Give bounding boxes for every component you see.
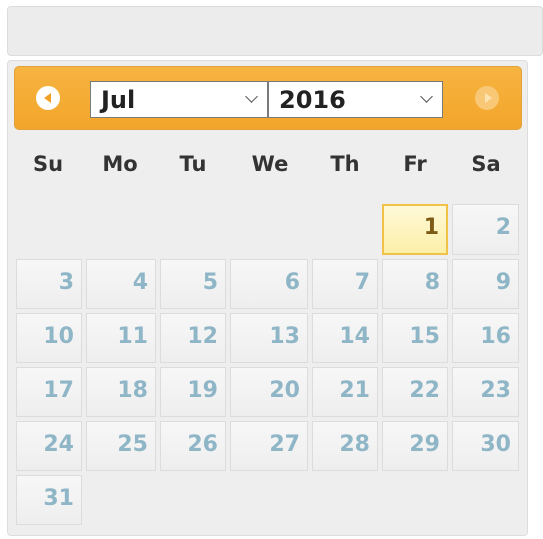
next-arrow-icon (484, 93, 492, 103)
day-cell[interactable]: 23 (452, 367, 519, 417)
day-cell[interactable]: 28 (312, 421, 378, 471)
day-cell[interactable]: 25 (86, 421, 156, 471)
day-cell[interactable]: 5 (160, 259, 226, 309)
weekday-header-th: Th (330, 152, 360, 176)
day-cell-today[interactable]: 1 (382, 204, 448, 255)
prev-month-button[interactable] (36, 86, 60, 110)
day-cell[interactable]: 7 (312, 259, 378, 309)
day-cell[interactable]: 20 (230, 367, 308, 417)
day-cell[interactable]: 6 (230, 259, 308, 309)
day-cell[interactable]: 12 (160, 313, 226, 363)
day-cell[interactable]: 27 (230, 421, 308, 471)
weekday-header-fr: Fr (403, 152, 427, 176)
day-cell[interactable]: 24 (16, 421, 82, 471)
day-cell[interactable]: 2 (452, 204, 519, 255)
day-cell[interactable]: 4 (86, 259, 156, 309)
day-cell[interactable]: 18 (86, 367, 156, 417)
year-select[interactable]: 2016 (268, 81, 443, 118)
day-cell[interactable]: 9 (452, 259, 519, 309)
day-cell[interactable]: 15 (382, 313, 448, 363)
day-cell[interactable]: 3 (16, 259, 82, 309)
day-cell[interactable]: 19 (160, 367, 226, 417)
year-select-value: 2016 (279, 85, 346, 114)
date-input[interactable] (7, 6, 543, 56)
day-cell[interactable]: 10 (16, 313, 82, 363)
chevron-down-icon (245, 90, 258, 103)
day-cell[interactable]: 21 (312, 367, 378, 417)
chevron-down-icon (420, 90, 433, 103)
weekday-header-we: We (251, 152, 289, 176)
prev-arrow-icon (43, 93, 51, 103)
day-cell[interactable]: 30 (452, 421, 519, 471)
day-cell[interactable]: 17 (16, 367, 82, 417)
day-cell[interactable]: 29 (382, 421, 448, 471)
day-cell[interactable]: 11 (86, 313, 156, 363)
day-cell[interactable]: 13 (230, 313, 308, 363)
next-month-button[interactable] (475, 86, 499, 110)
day-cell[interactable]: 31 (16, 475, 82, 525)
weekday-header-mo: Mo (102, 152, 138, 176)
day-cell[interactable]: 16 (452, 313, 519, 363)
day-cell[interactable]: 22 (382, 367, 448, 417)
month-select-value: Jul (101, 85, 136, 114)
day-cell[interactable]: 26 (160, 421, 226, 471)
day-cell[interactable]: 14 (312, 313, 378, 363)
weekday-header-su: Su (32, 152, 64, 176)
weekday-header-tu: Tu (179, 152, 207, 176)
month-select[interactable]: Jul (90, 81, 268, 118)
day-cell[interactable]: 8 (382, 259, 448, 309)
weekday-header-sa: Sa (471, 152, 501, 176)
